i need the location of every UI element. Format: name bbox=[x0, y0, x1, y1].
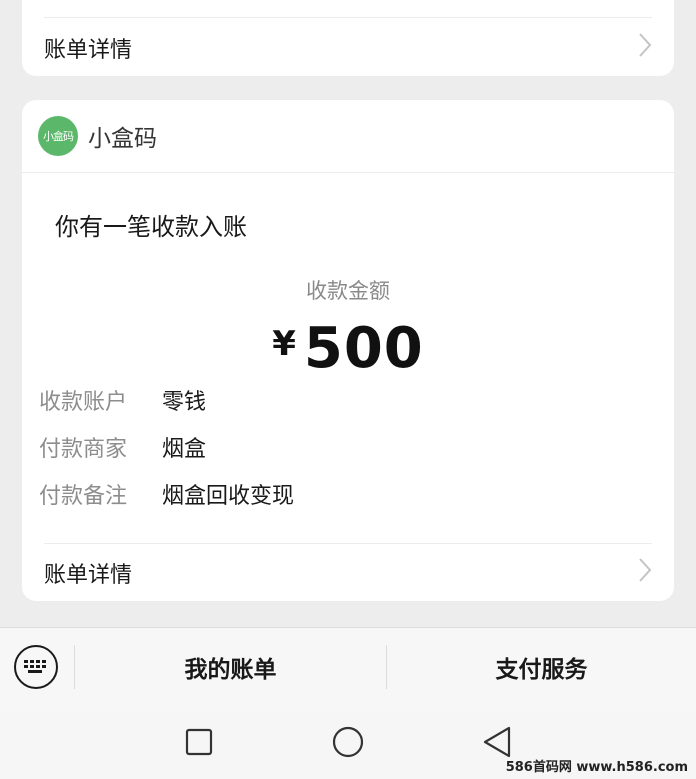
chevron-right-icon bbox=[638, 557, 652, 589]
bill-detail-label: 账单详情 bbox=[44, 38, 133, 63]
detail-row-remark: 付款备注 烟盒回收变现 bbox=[39, 477, 657, 511]
detail-key: 付款商家 bbox=[39, 437, 128, 462]
app-logo: 小盒码 bbox=[38, 116, 78, 156]
circle-home-icon[interactable] bbox=[331, 725, 365, 759]
detail-row-account: 收款账户 零钱 bbox=[39, 383, 657, 417]
previous-message-card: 账单详情 bbox=[22, 0, 674, 76]
detail-value: 烟盒 bbox=[162, 437, 207, 462]
detail-key: 付款备注 bbox=[39, 484, 128, 509]
notification-title: 你有一笔收款入账 bbox=[55, 213, 247, 241]
currency-symbol: ¥ bbox=[272, 324, 296, 364]
payment-notification-card[interactable]: 小盒码 小盒码 你有一笔收款入账 收款金额 ¥500 收款账户 零钱 付款商家 … bbox=[22, 100, 674, 601]
tab-label: 我的账单 bbox=[184, 657, 277, 683]
keyboard-icon[interactable] bbox=[14, 645, 58, 689]
app-name: 小盒码 bbox=[88, 126, 157, 152]
divider bbox=[44, 543, 652, 544]
detail-value: 零钱 bbox=[162, 390, 207, 415]
card-header: 小盒码 小盒码 bbox=[22, 100, 674, 173]
detail-value: 烟盒回收变现 bbox=[162, 484, 295, 509]
amount-label: 收款金额 bbox=[306, 279, 390, 303]
watermark: 586首码网 www.h586.com bbox=[505, 760, 688, 775]
bill-detail-label: 账单详情 bbox=[44, 563, 133, 588]
amount-value: 500 bbox=[303, 316, 424, 381]
tab-label: 支付服务 bbox=[495, 657, 588, 683]
triangle-back-icon[interactable] bbox=[480, 725, 514, 759]
chevron-right-icon bbox=[638, 32, 652, 64]
tab-payment-services[interactable]: 支付服务 bbox=[387, 628, 696, 706]
tab-my-bills[interactable]: 我的账单 bbox=[75, 628, 386, 706]
app-logo-text: 小盒码 bbox=[43, 130, 74, 143]
detail-key: 收款账户 bbox=[39, 390, 128, 415]
bottom-menu-bar: 我的账单 支付服务 bbox=[0, 627, 696, 705]
bill-detail-row[interactable]: 账单详情 bbox=[22, 20, 674, 76]
bill-detail-row[interactable]: 账单详情 bbox=[22, 545, 674, 601]
divider bbox=[44, 17, 652, 18]
square-recent-icon[interactable] bbox=[182, 725, 216, 759]
detail-row-merchant: 付款商家 烟盒 bbox=[39, 430, 657, 464]
system-navigation-bar: 586首码网 www.h586.com bbox=[0, 705, 696, 779]
amount: ¥500 bbox=[22, 316, 674, 381]
